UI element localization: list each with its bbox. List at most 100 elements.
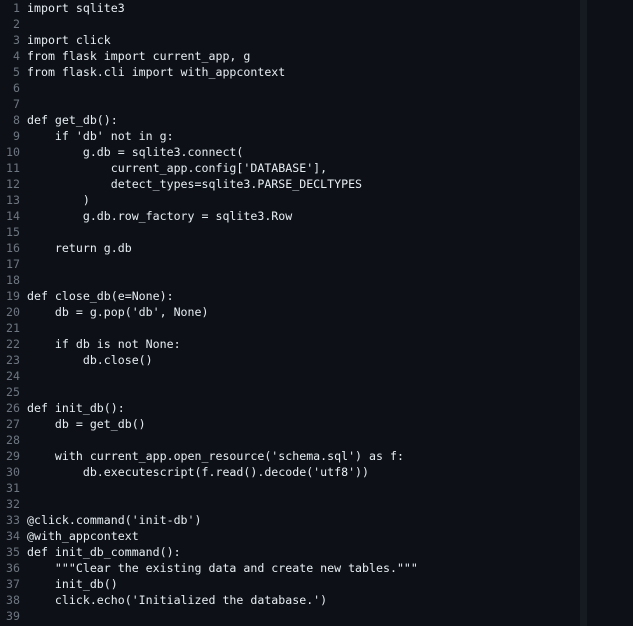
line-number: 33 (6, 513, 20, 527)
line-text[interactable]: import click (27, 33, 111, 47)
line-text[interactable]: def get_db(): (27, 113, 118, 127)
line-number: 18 (6, 273, 20, 287)
code-line[interactable]: 2 (0, 16, 27, 32)
line-text[interactable]: init_db() (27, 577, 118, 591)
code-line[interactable]: 23 db.close() (0, 352, 153, 368)
code-line[interactable]: 24 (0, 368, 27, 384)
code-line[interactable]: 25 (0, 384, 27, 400)
code-line[interactable]: 38 click.echo('Initialized the database.… (0, 592, 327, 608)
line-number: 23 (6, 353, 20, 367)
code-line[interactable]: 36 """Clear the existing data and create… (0, 560, 418, 576)
line-text[interactable]: db.close() (27, 353, 153, 367)
line-number: 4 (13, 49, 20, 63)
line-number: 10 (6, 145, 20, 159)
line-number: 14 (6, 209, 20, 223)
line-text[interactable]: import sqlite3 (27, 1, 125, 15)
line-text[interactable]: return g.db (27, 241, 132, 255)
line-number: 25 (6, 385, 20, 399)
line-text[interactable]: g.db.row_factory = sqlite3.Row (27, 209, 292, 223)
code-line[interactable]: 17 (0, 256, 27, 272)
line-number: 38 (6, 593, 20, 607)
code-line[interactable]: 39 (0, 608, 27, 624)
code-line[interactable]: 1 import sqlite3 (0, 0, 125, 16)
line-number: 39 (6, 609, 20, 623)
code-line[interactable]: 26 def init_db(): (0, 400, 125, 416)
line-number: 1 (13, 1, 20, 15)
line-number: 7 (13, 97, 20, 111)
ruler-guide (580, 0, 587, 626)
line-number: 24 (6, 369, 20, 383)
line-number: 37 (6, 577, 20, 591)
line-text[interactable]: @with_appcontext (27, 529, 139, 543)
line-number: 21 (6, 321, 20, 335)
line-number: 8 (13, 113, 20, 127)
line-text[interactable]: g.db = sqlite3.connect( (27, 145, 244, 159)
line-number: 13 (6, 193, 20, 207)
code-line[interactable]: 33 @click.command('init-db') (0, 512, 202, 528)
code-line[interactable]: 29 with current_app.open_resource('schem… (0, 448, 404, 464)
line-text[interactable]: db = get_db() (27, 417, 146, 431)
code-line[interactable]: 10 g.db = sqlite3.connect( (0, 144, 243, 160)
line-text[interactable]: detect_types=sqlite3.PARSE_DECLTYPES (27, 177, 362, 191)
code-line[interactable]: 13 ) (0, 192, 90, 208)
line-number: 28 (6, 433, 20, 447)
line-text[interactable]: if db is not None: (27, 337, 181, 351)
code-line[interactable]: 34 @with_appcontext (0, 528, 139, 544)
line-number: 5 (13, 65, 20, 79)
code-line[interactable]: 8 def get_db(): (0, 112, 118, 128)
line-text[interactable]: db.executescript(f.read().decode('utf8')… (27, 465, 369, 479)
line-text[interactable]: def init_db_command(): (27, 545, 181, 559)
line-text[interactable]: def init_db(): (27, 401, 125, 415)
code-line[interactable]: 14 g.db.row_factory = sqlite3.Row (0, 208, 292, 224)
code-line[interactable]: 30 db.executescript(f.read().decode('utf… (0, 464, 369, 480)
code-editor[interactable]: 1 import sqlite3 2 3 import click 4 from flask… (0, 0, 580, 626)
line-text[interactable]: from flask.cli import with_appcontext (27, 65, 285, 79)
line-number: 34 (6, 529, 20, 543)
code-line[interactable]: 4 from flask import current_app, g (0, 48, 250, 64)
code-line[interactable]: 31 (0, 480, 27, 496)
line-text[interactable]: with current_app.open_resource('schema.s… (27, 449, 404, 463)
line-text[interactable]: @click.command('init-db') (27, 513, 202, 527)
line-number: 32 (6, 497, 20, 511)
line-number: 3 (13, 33, 20, 47)
code-line[interactable]: 12 detect_types=sqlite3.PARSE_DECLTYPES (0, 176, 362, 192)
line-number: 11 (6, 161, 20, 175)
code-line[interactable]: 32 (0, 496, 27, 512)
line-text[interactable]: click.echo('Initialized the database.') (27, 593, 327, 607)
line-text[interactable]: ) (27, 193, 90, 207)
line-number: 17 (6, 257, 20, 271)
code-line[interactable]: 35 def init_db_command(): (0, 544, 181, 560)
code-line[interactable]: 37 init_db() (0, 576, 118, 592)
line-text[interactable]: def close_db(e=None): (27, 289, 174, 303)
line-number: 16 (6, 241, 20, 255)
line-text[interactable]: current_app.config['DATABASE'], (27, 161, 327, 175)
code-line[interactable]: 16 return g.db (0, 240, 132, 256)
code-line[interactable]: 9 if 'db' not in g: (0, 128, 174, 144)
code-line[interactable]: 15 (0, 224, 27, 240)
line-number: 36 (6, 561, 20, 575)
code-line[interactable]: 21 (0, 320, 27, 336)
code-line[interactable]: 22 if db is not None: (0, 336, 181, 352)
code-line[interactable]: 18 (0, 272, 27, 288)
code-line[interactable]: 6 (0, 80, 27, 96)
line-text[interactable]: """Clear the existing data and create ne… (27, 561, 418, 575)
code-line[interactable]: 28 (0, 432, 27, 448)
line-number: 26 (6, 401, 20, 415)
code-line[interactable]: 3 import click (0, 32, 111, 48)
line-number: 6 (13, 81, 20, 95)
line-text[interactable]: from flask import current_app, g (27, 49, 250, 63)
line-number: 20 (6, 305, 20, 319)
line-text[interactable]: db = g.pop('db', None) (27, 305, 209, 319)
code-line[interactable]: 19 def close_db(e=None): (0, 288, 174, 304)
line-number: 29 (6, 449, 20, 463)
code-line[interactable]: 11 current_app.config['DATABASE'], (0, 160, 327, 176)
line-number: 35 (6, 545, 20, 559)
line-number: 2 (13, 17, 20, 31)
code-line[interactable]: 20 db = g.pop('db', None) (0, 304, 208, 320)
line-text[interactable]: if 'db' not in g: (27, 129, 174, 143)
line-number: 9 (13, 129, 20, 143)
code-line[interactable]: 27 db = get_db() (0, 416, 146, 432)
line-number: 22 (6, 337, 20, 351)
code-line[interactable]: 5 from flask.cli import with_appcontext (0, 64, 285, 80)
code-line[interactable]: 7 (0, 96, 27, 112)
